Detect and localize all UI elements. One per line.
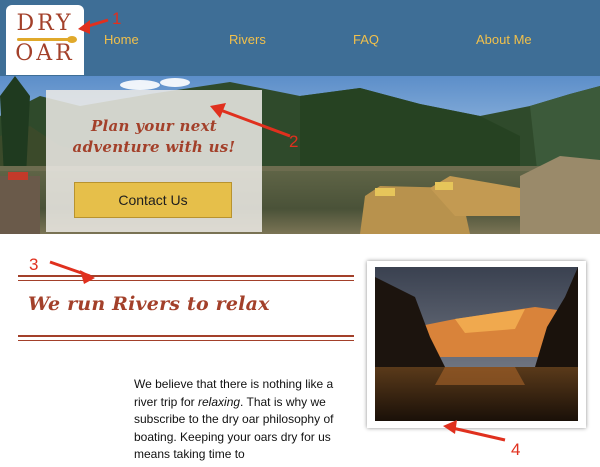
annotation-4: 4	[511, 440, 521, 459]
section-divider-bottom-thin	[18, 340, 354, 341]
section-divider-top	[18, 275, 354, 277]
hero-card: Plan your next adventure with us! Contac…	[46, 90, 262, 232]
annotation-1: 1	[112, 9, 122, 28]
site-header: DRY OAR Home Rivers FAQ About Me	[0, 0, 600, 76]
canyon-photo-frame	[367, 261, 586, 428]
hero-banner: Plan your next adventure with us! Contac…	[0, 76, 600, 234]
nav-faq[interactable]: FAQ	[353, 32, 379, 48]
hero-title: Plan your next adventure with us!	[72, 117, 236, 156]
canyon-photo-image	[375, 267, 578, 421]
annotation-2: 2	[289, 132, 299, 151]
section-divider-bottom	[18, 335, 354, 337]
intro-text-emphasis: relaxing	[198, 394, 241, 409]
logo-text-dry: DRY	[16, 11, 74, 36]
canyon-photo	[375, 267, 578, 421]
annotation-3: 3	[29, 255, 39, 274]
dry-oar-logo[interactable]: DRY OAR	[6, 5, 84, 75]
nav-about-me[interactable]: About Me	[476, 32, 532, 48]
nav-rivers[interactable]: Rivers	[229, 32, 266, 48]
nav-home[interactable]: Home	[104, 32, 139, 48]
contact-us-button[interactable]: Contact Us	[74, 182, 232, 218]
section-divider-top-thin	[18, 280, 354, 281]
intro-paragraph: We believe that there is nothing like a …	[134, 376, 356, 464]
section-title: We run Rivers to relax	[28, 293, 270, 315]
logo-text-oar: OAR	[15, 41, 75, 66]
